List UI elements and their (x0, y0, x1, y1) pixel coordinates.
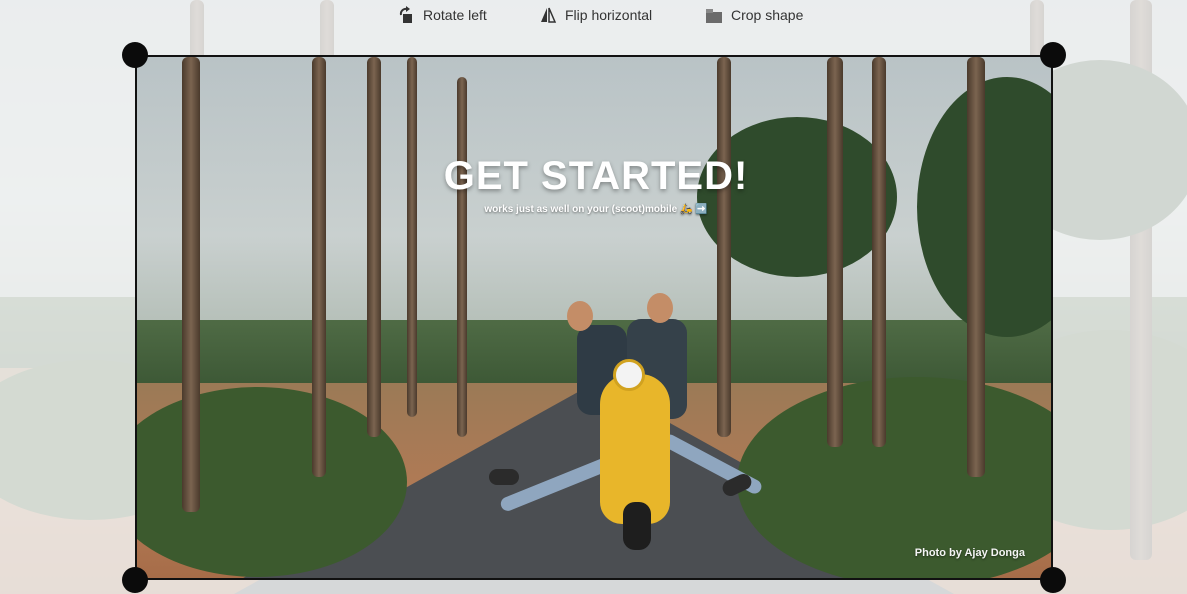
crop-shape-button[interactable]: Crop shape (705, 6, 803, 24)
crop-shape-label: Crop shape (731, 7, 804, 23)
crop-shape-icon (705, 6, 723, 24)
flip-horizontal-label: Flip horizontal (565, 7, 653, 23)
image-editor-toolbar: Rotate left Flip horizontal Crop shape (0, 0, 1187, 34)
crop-handle-top-left[interactable] (122, 42, 148, 68)
photo-subtitle-text: works just as well on your (scoot)mobile… (484, 204, 708, 215)
cropped-photo: GET STARTED! works just as well on your … (137, 57, 1051, 578)
rotate-left-button[interactable]: Rotate left (397, 6, 487, 24)
flip-horizontal-button[interactable]: Flip horizontal (539, 6, 652, 24)
rotate-left-icon (397, 6, 415, 24)
crop-area[interactable]: GET STARTED! works just as well on your … (135, 55, 1053, 580)
photo-credit-text: Photo by Ajay Donga (914, 547, 1025, 559)
flip-horizontal-icon (539, 6, 557, 24)
crop-handle-bottom-right[interactable] (1040, 567, 1066, 593)
crop-handle-bottom-left[interactable] (122, 567, 148, 593)
rotate-left-label: Rotate left (423, 7, 487, 23)
crop-handle-top-right[interactable] (1040, 42, 1066, 68)
photo-title-text: GET STARTED! (443, 154, 749, 198)
